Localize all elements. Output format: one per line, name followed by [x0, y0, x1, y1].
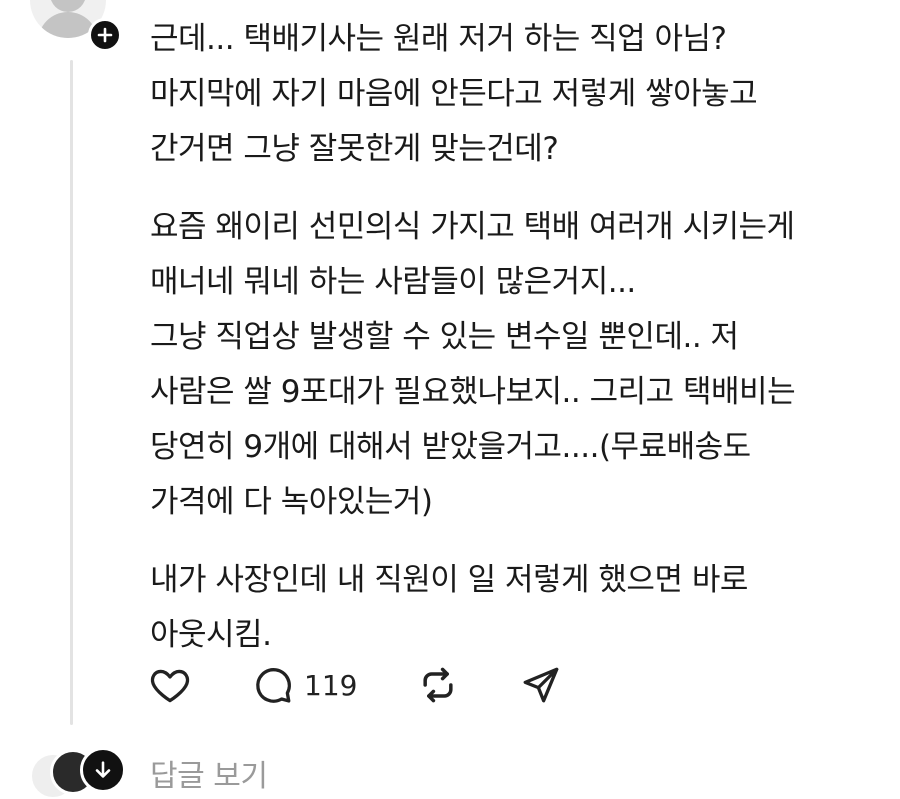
post-paragraph: 내가 사장인데 내 직원이 일 저렇게 했으면 바로 아웃시킴. — [150, 553, 870, 663]
reply-button[interactable]: 119 — [252, 660, 357, 710]
follow-plus-button[interactable] — [88, 18, 122, 52]
heart-icon — [150, 669, 190, 703]
post-line: 그냥 직업상 발생할 수 있는 변수일 뿐인데.. 저 — [150, 319, 739, 355]
comment-bubble-icon — [256, 668, 291, 703]
post-line: 근데... 택배기사는 원래 저거 하는 직업 아님? — [150, 21, 727, 57]
view-replies-label[interactable]: 답글 보기 — [150, 751, 268, 795]
post-line: 내가 사장인데 내 직원이 일 저렇게 했으면 바로 — [150, 562, 748, 598]
post-line: 당연히 9개에 대해서 받았을거고....(무료배송도 — [150, 429, 751, 465]
post-line: 매너네 뭐네 하는 사람들이 많은거지... — [150, 264, 636, 300]
like-button[interactable] — [148, 660, 192, 710]
post-line: 사람은 쌀 9포대가 필요했나보지.. 그리고 택배비는 — [150, 374, 796, 410]
post-line: 아웃시킴. — [150, 617, 272, 653]
reply-count: 119 — [304, 668, 358, 702]
view-replies-row[interactable]: 답글 보기 — [30, 745, 430, 799]
avatar-head-shape — [50, 0, 86, 12]
post-paragraph: 요즘 왜이리 선민의식 가지고 택배 여러개 시키는게 매너네 뭐네 하는 사람… — [150, 200, 870, 530]
post-text: 근데... 택배기사는 원래 저거 하는 직업 아님? 마지막에 자기 마음에 … — [150, 12, 870, 686]
arrow-down-icon — [95, 761, 111, 778]
plus-icon — [97, 27, 113, 43]
post-paragraph: 근데... 택배기사는 원래 저거 하는 직업 아님? 마지막에 자기 마음에 … — [150, 12, 870, 177]
repost-icon — [423, 667, 453, 703]
send-icon — [523, 667, 559, 703]
share-button[interactable] — [520, 660, 562, 710]
repost-button[interactable] — [416, 660, 460, 710]
post-action-bar: 119 — [148, 660, 608, 710]
post-line: 가격에 다 녹아있는거) — [150, 484, 433, 520]
post-line: 간거면 그냥 잘못한게 맞는건데? — [150, 131, 559, 167]
thread-connector-line — [70, 60, 73, 725]
expand-replies-button[interactable] — [80, 747, 126, 793]
post-line: 요즘 왜이리 선민의식 가지고 택배 여러개 시키는게 — [150, 209, 795, 245]
post-line: 마지막에 자기 마음에 안든다고 저렇게 쌓아놓고 — [150, 76, 758, 112]
